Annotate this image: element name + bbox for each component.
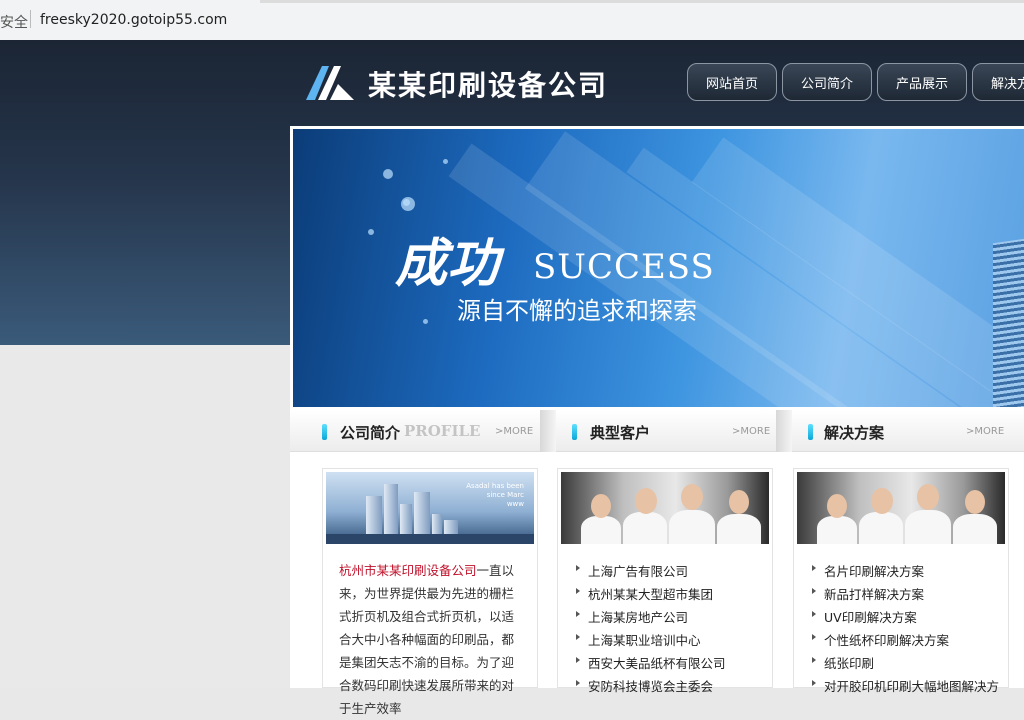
nav-solutions[interactable]: 解决方案 xyxy=(972,63,1024,101)
profile-description: 一直以来，为世界提供最为先进的栅栏式折页机及组合式折页机，以适合大中小各种幅面的… xyxy=(339,563,515,716)
section-divider xyxy=(776,410,792,452)
clients-more-link[interactable]: >MORE xyxy=(732,426,770,437)
profile-subtitle: PROFILE xyxy=(404,422,481,440)
section-marker-icon xyxy=(572,424,577,440)
list-item[interactable]: 上海某房地产公司 xyxy=(558,607,726,630)
nav-about[interactable]: 公司简介 xyxy=(782,63,872,101)
company-logo-icon[interactable] xyxy=(306,66,356,100)
clients-title: 典型客户 xyxy=(590,424,651,442)
list-item[interactable]: 新品打样解决方案 xyxy=(794,584,999,607)
list-item[interactable]: 纸张印刷 xyxy=(794,653,999,676)
profile-text: 杭州市某某印刷设备公司一直以来，为世界提供最为先进的栅栏式折页机及组合式折页机，… xyxy=(339,559,525,720)
banner-subtitle: 源自不懈的追求和探索 xyxy=(457,297,697,325)
solutions-image[interactable] xyxy=(797,472,1005,544)
company-logo-text[interactable]: 某某印刷设备公司 xyxy=(368,64,608,104)
nav-home[interactable]: 网站首页 xyxy=(687,63,777,101)
list-item[interactable]: 上海某职业培训中心 xyxy=(558,630,726,653)
bullet-arrow-icon xyxy=(812,680,816,686)
bullet-arrow-icon xyxy=(576,588,580,594)
nav-products[interactable]: 产品展示 xyxy=(877,63,967,101)
banner-title-en: SUCCESS xyxy=(533,247,715,287)
list-item[interactable]: 上海广告有限公司 xyxy=(558,561,726,584)
solutions-section-header: 解决方案 >MORE xyxy=(792,410,1024,452)
profile-more-link[interactable]: >MORE xyxy=(495,426,533,437)
clients-section-header: 典型客户 >MORE xyxy=(556,410,776,452)
list-item[interactable]: UV印刷解决方案 xyxy=(794,607,999,630)
browser-address-bar: 安全 freesky2020.gotoip55.com xyxy=(0,0,1024,41)
building-graphic xyxy=(993,234,1024,407)
bullet-arrow-icon xyxy=(576,611,580,617)
bullet-arrow-icon xyxy=(812,634,816,640)
bullet-arrow-icon xyxy=(812,611,816,617)
profile-box: Asadal has been since Marc www 杭州市某某印刷设备… xyxy=(322,468,538,716)
solutions-box: 名片印刷解决方案 新品打样解决方案 UV印刷解决方案 个性纸杯印刷解决方案 纸张… xyxy=(793,468,1009,694)
url-field[interactable]: freesky2020.gotoip55.com xyxy=(40,12,227,28)
clients-list: 上海广告有限公司 杭州某某大型超市集团 上海某房地产公司 上海某职业培训中心 西… xyxy=(558,561,726,699)
hero-banner[interactable]: 成功 SUCCESS 源自不懈的追求和探索 xyxy=(293,129,1024,407)
bullet-arrow-icon xyxy=(576,657,580,663)
section-marker-icon xyxy=(808,424,813,440)
profile-image[interactable]: Asadal has been since Marc www xyxy=(326,472,534,544)
bullet-arrow-icon xyxy=(812,657,816,663)
bullet-arrow-icon xyxy=(812,565,816,571)
security-indicator[interactable]: 安全 xyxy=(0,12,28,32)
section-marker-icon xyxy=(322,424,327,440)
solutions-list: 名片印刷解决方案 新品打样解决方案 UV印刷解决方案 个性纸杯印刷解决方案 纸张… xyxy=(794,561,999,699)
section-divider xyxy=(540,410,556,452)
profile-image-caption: Asadal has been since Marc www xyxy=(466,482,524,508)
tab-strip-edge xyxy=(260,0,1024,3)
bullet-arrow-icon xyxy=(812,588,816,594)
solutions-title: 解决方案 xyxy=(824,424,885,442)
profile-company-link[interactable]: 杭州市某某印刷设备公司 xyxy=(339,563,477,578)
clients-box: 上海广告有限公司 杭州某某大型超市集团 上海某房地产公司 上海某职业培训中心 西… xyxy=(557,468,773,694)
banner-title-cn: 成功 xyxy=(395,233,500,294)
bullet-arrow-icon xyxy=(576,680,580,686)
list-item[interactable]: 名片印刷解决方案 xyxy=(794,561,999,584)
solutions-more-link[interactable]: >MORE xyxy=(966,426,1004,437)
profile-title: 公司简介 xyxy=(340,424,401,442)
list-item[interactable]: 西安大美品纸杯有限公司 xyxy=(558,653,726,676)
bullet-arrow-icon xyxy=(576,565,580,571)
list-item[interactable]: 个性纸杯印刷解决方案 xyxy=(794,630,999,653)
list-item[interactable]: 杭州某某大型超市集团 xyxy=(558,584,726,607)
clients-image[interactable] xyxy=(561,472,769,544)
profile-section-header: 公司简介 PROFILE >MORE xyxy=(290,410,540,452)
bullet-arrow-icon xyxy=(576,634,580,640)
address-separator xyxy=(30,10,31,28)
